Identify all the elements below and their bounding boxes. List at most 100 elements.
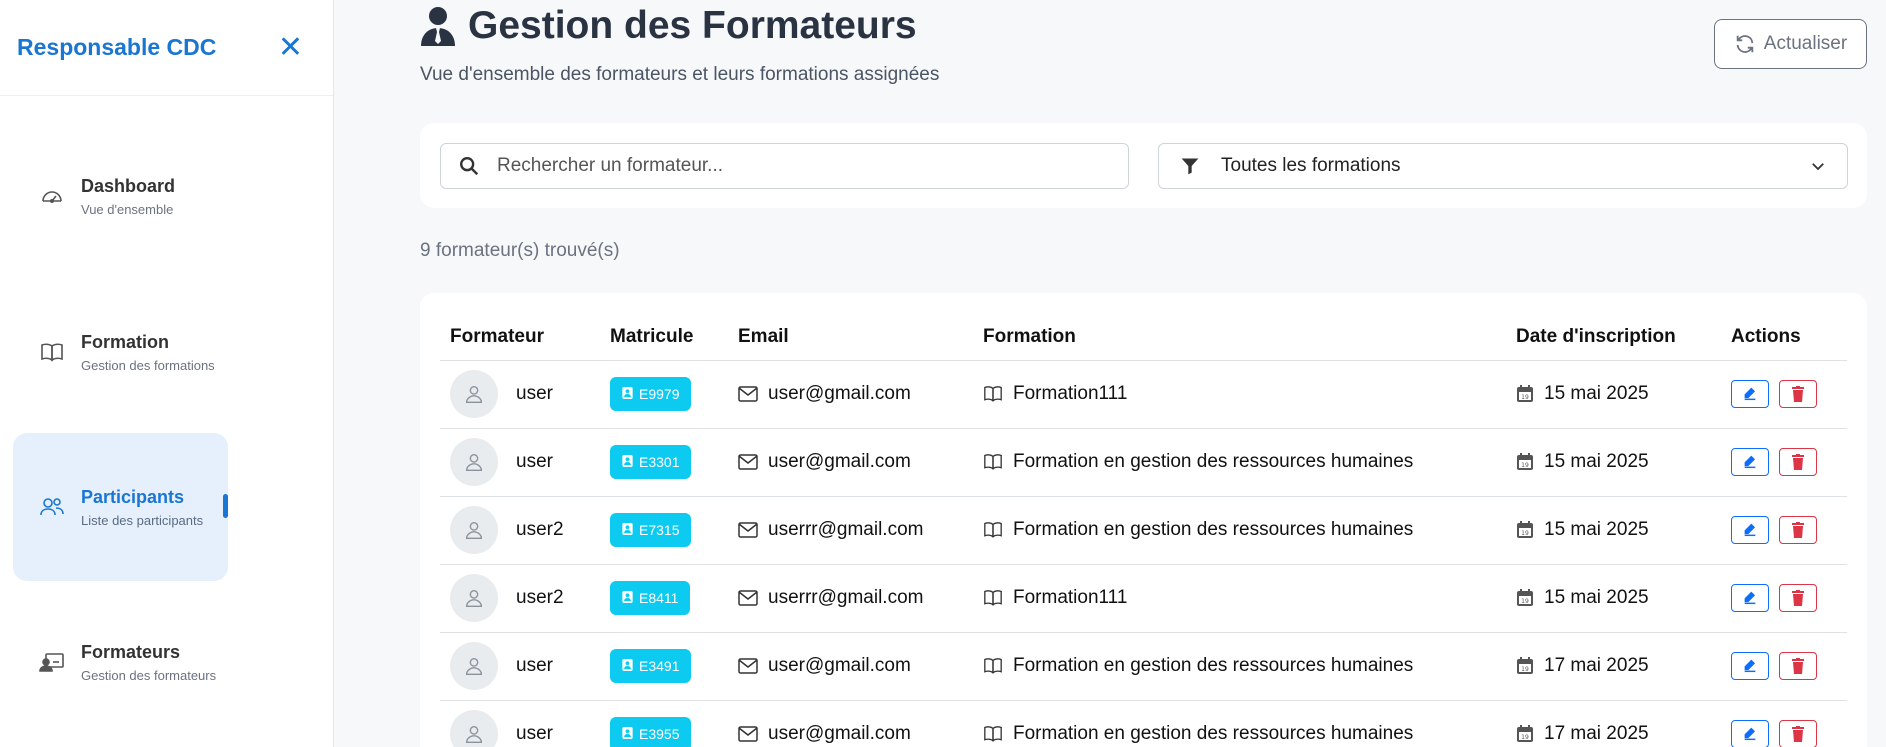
book-icon [983,521,1003,539]
table-row[interactable]: user2 E7315 userrr@gmail.com Formation en g… [440,496,1847,565]
sidebar-item-label: Dashboard [81,175,176,196]
table-row[interactable]: user2 E8411 userrr@gmail.com Formation111 19… [440,564,1847,633]
actions-cell [1721,428,1847,497]
email-value: userrr@gmail.com [768,519,924,540]
edit-icon [1742,522,1758,538]
formation-filter-select[interactable]: Toutes les formations [1158,143,1848,189]
table-row[interactable]: user E3491 user@gmail.com Formation en gest… [440,632,1847,701]
formation-cell: Formation111 [973,360,1506,429]
formateur-name: user [516,723,553,744]
user-tie-icon [421,7,455,46]
svg-text:19: 19 [1521,394,1529,401]
formation-filter-value: Toutes les formations [1221,155,1401,176]
result-count: 9 formateur(s) trouvé(s) [420,240,620,261]
id-card-icon [622,726,639,742]
formation-cell: Formation en gestion des ressources huma… [973,428,1506,497]
search-field[interactable] [440,143,1129,189]
delete-button[interactable] [1779,380,1817,408]
column-header[interactable]: Date d'inscription [1506,315,1721,361]
column-header[interactable]: Matricule [600,315,728,361]
matricule-cell: E3301 [600,428,728,497]
edit-icon [1742,658,1758,674]
edit-button[interactable] [1731,380,1769,408]
formation-value: Formation en gestion des ressources huma… [1013,655,1414,676]
envelope-icon [738,386,758,402]
edit-button[interactable] [1731,584,1769,612]
formateur-name: user [516,655,553,676]
sidebar-item-participants[interactable]: Participants Liste des participants [13,433,228,581]
table-row[interactable]: user E9979 user@gmail.com Formation111 19 15 … [440,360,1847,429]
edit-icon [1742,726,1758,742]
edit-icon [1742,386,1758,402]
calendar-icon: 19 [1516,453,1534,471]
matricule-cell: E8411 [600,564,728,633]
book-icon [983,453,1003,471]
sidebar-item-dashboard[interactable]: Dashboard Vue d'ensemble [13,122,228,270]
email-value: user@gmail.com [768,655,911,676]
dashboard-gauge-icon [39,183,65,209]
sidebar: Responsable CDC ✕ Dashboard Vue d'ensemb… [0,0,334,747]
email-value: user@gmail.com [768,451,911,472]
id-card-icon [622,658,639,674]
matricule-badge: E3301 [610,445,692,479]
formation-cell: Formation en gestion des ressources huma… [973,700,1506,747]
book-icon [983,589,1003,607]
formateur-cell: user2 [440,564,600,633]
matricule-cell: E9979 [600,360,728,429]
formation-value: Formation en gestion des ressources huma… [1013,451,1414,472]
column-header[interactable]: Formateur [440,315,600,361]
matricule-value: E8411 [639,590,679,606]
calendar-icon: 19 [1516,657,1534,675]
active-indicator [223,494,228,518]
email-cell: user@gmail.com [728,360,973,429]
trash-icon [1791,454,1805,470]
avatar-icon [450,574,498,622]
sidebar-item-formateurs[interactable]: Formateurs Gestion des formateurs [13,588,228,736]
edit-button[interactable] [1731,720,1769,747]
search-icon [441,155,497,177]
id-card-icon [622,590,639,606]
formation-value: Formation111 [1013,383,1128,404]
column-header[interactable]: Email [728,315,973,361]
refresh-button[interactable]: Actualiser [1714,19,1867,69]
matricule-badge: E9979 [610,377,692,411]
table-row[interactable]: user E3955 user@gmail.com Formation en gest… [440,700,1847,747]
date-value: 15 mai 2025 [1544,587,1649,608]
trash-icon [1791,590,1805,606]
edit-button[interactable] [1731,516,1769,544]
column-header[interactable]: Formation [973,315,1506,361]
edit-button[interactable] [1731,448,1769,476]
search-input[interactable] [497,144,1128,188]
delete-button[interactable] [1779,448,1817,476]
book-icon [983,385,1003,403]
calendar-icon: 19 [1516,521,1534,539]
avatar-icon [450,710,498,747]
close-sidebar-icon[interactable]: ✕ [278,32,303,63]
avatar-icon [450,370,498,418]
delete-button[interactable] [1779,720,1817,747]
email-cell: user@gmail.com [728,632,973,701]
delete-button[interactable] [1779,584,1817,612]
teacher-icon [39,649,65,675]
date-value: 17 mai 2025 [1544,723,1649,744]
formateurs-table: Formateur Matricule Email Formation Date… [440,315,1847,747]
sidebar-item-label: Formateurs [81,641,181,662]
edit-button[interactable] [1731,652,1769,680]
delete-button[interactable] [1779,652,1817,680]
matricule-cell: E3955 [600,700,728,747]
delete-button[interactable] [1779,516,1817,544]
table-row[interactable]: user E3301 user@gmail.com Formation en gest… [440,428,1847,497]
id-card-icon [622,454,639,470]
matricule-value: E3491 [639,658,680,674]
date-cell: 19 15 mai 2025 [1506,428,1721,497]
svg-text:19: 19 [1521,462,1529,469]
actions-cell [1721,564,1847,633]
trash-icon [1791,658,1805,674]
svg-text:19: 19 [1521,598,1529,605]
sidebar-item-formation[interactable]: Formation Gestion des formations [13,278,228,426]
actions-cell [1721,360,1847,429]
book-icon [39,339,65,365]
matricule-value: E3301 [639,454,680,470]
calendar-icon: 19 [1516,589,1534,607]
brand-title: Responsable CDC [17,34,217,60]
